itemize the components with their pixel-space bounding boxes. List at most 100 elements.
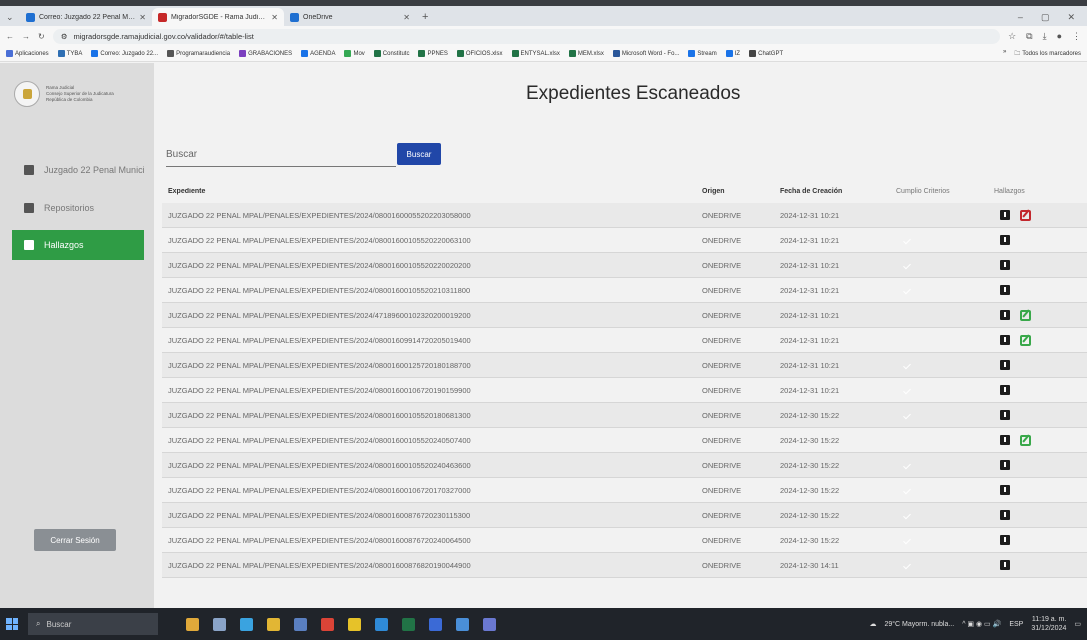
table-row[interactable]: JUZGADO 22 PENAL MPAL/PENALES/EXPEDIENTE… bbox=[162, 403, 1087, 428]
all-bookmarks-folder[interactable]: 🗀 Todos los marcadores bbox=[1014, 49, 1081, 59]
table-row[interactable]: JUZGADO 22 PENAL MPAL/PENALES/EXPEDIENTE… bbox=[162, 278, 1087, 303]
profile-avatar[interactable]: ● bbox=[1057, 31, 1062, 42]
report-icon[interactable] bbox=[1000, 510, 1010, 520]
cell-criterios bbox=[896, 336, 994, 345]
store-icon[interactable] bbox=[294, 617, 307, 631]
report-icon[interactable] bbox=[1000, 210, 1010, 220]
search-input[interactable] bbox=[166, 143, 396, 167]
sidebar-item-hallazgos[interactable]: Hallazgos bbox=[12, 230, 144, 260]
site-info-icon[interactable]: ⚙ bbox=[61, 32, 68, 41]
address-bar[interactable]: ⚙ migradorsgde.ramajudicial.gov.co/valid… bbox=[52, 28, 1001, 44]
bookmark-item[interactable]: Aplicaciones bbox=[6, 50, 49, 57]
windows-start-icon[interactable] bbox=[6, 618, 18, 630]
app-icon[interactable] bbox=[456, 617, 469, 631]
table-row[interactable]: JUZGADO 22 PENAL MPAL/PENALES/EXPEDIENTE… bbox=[162, 478, 1087, 503]
bookmark-item[interactable]: GRABACIONES bbox=[239, 50, 292, 57]
edit-icon[interactable] bbox=[1020, 309, 1031, 321]
reload-icon[interactable]: ↻ bbox=[38, 32, 45, 41]
report-icon[interactable] bbox=[1000, 485, 1010, 495]
app-icon[interactable] bbox=[186, 617, 199, 631]
bookmark-star-icon[interactable]: ☆ bbox=[1008, 31, 1016, 42]
table-row[interactable]: JUZGADO 22 PENAL MPAL/PENALES/EXPEDIENTE… bbox=[162, 453, 1087, 478]
cell-origen: ONEDRIVE bbox=[702, 410, 742, 420]
more-bookmarks-icon[interactable]: » bbox=[1003, 49, 1006, 59]
language-indicator[interactable]: ESP bbox=[1009, 621, 1023, 628]
bookmark-item[interactable]: OFICIOS.xlsx bbox=[456, 50, 503, 57]
bookmark-item[interactable]: Stream bbox=[688, 50, 717, 57]
bookmark-item[interactable]: PPNES bbox=[418, 50, 448, 57]
bookmark-item[interactable]: Constitutc bbox=[373, 50, 409, 57]
sidebar-item-juzgado[interactable]: Juzgado 22 Penal Municipal C bbox=[12, 155, 144, 185]
close-tab-icon[interactable]: ✕ bbox=[271, 13, 278, 22]
close-tab-icon[interactable]: ✕ bbox=[139, 13, 146, 22]
restore-icon[interactable]: ▢ bbox=[1041, 8, 1050, 26]
report-icon[interactable] bbox=[1000, 285, 1010, 295]
edit-icon[interactable] bbox=[1020, 434, 1031, 446]
table-row[interactable]: JUZGADO 22 PENAL MPAL/PENALES/EXPEDIENTE… bbox=[162, 428, 1087, 453]
bookmark-item[interactable]: MEM.xlsx bbox=[568, 50, 604, 57]
new-tab-button[interactable]: + bbox=[416, 8, 434, 26]
extensions-icon[interactable]: ⧉ bbox=[1026, 31, 1032, 42]
app-icon[interactable] bbox=[375, 617, 388, 631]
clock[interactable]: 11:19 a. m. 31/12/2024 bbox=[1031, 615, 1066, 633]
tray-icons[interactable]: ^ ▣ ◉ ▭ 🔊 bbox=[962, 620, 1001, 628]
table-row[interactable]: JUZGADO 22 PENAL MPAL/PENALES/EXPEDIENTE… bbox=[162, 328, 1087, 353]
browser-tab[interactable]: OneDrive ✕ bbox=[284, 8, 416, 26]
table-row[interactable]: JUZGADO 22 PENAL MPAL/PENALES/EXPEDIENTE… bbox=[162, 253, 1087, 278]
report-icon[interactable] bbox=[1000, 310, 1010, 320]
bookmark-item[interactable]: ChatGPT bbox=[749, 50, 783, 57]
chrome-icon[interactable] bbox=[321, 617, 334, 631]
report-icon[interactable] bbox=[1000, 335, 1010, 345]
forward-icon[interactable]: → bbox=[22, 32, 30, 41]
task-view-icon[interactable] bbox=[213, 617, 226, 631]
bookmark-item[interactable]: TYBA bbox=[57, 50, 82, 57]
report-icon[interactable] bbox=[1000, 360, 1010, 370]
bookmark-item[interactable]: IZ bbox=[725, 50, 740, 57]
report-icon[interactable] bbox=[1000, 410, 1010, 420]
bookmark-item[interactable]: Correo: Juzgado 22... bbox=[91, 50, 158, 57]
notifications-icon[interactable]: ▭ bbox=[1074, 620, 1081, 628]
close-tab-icon[interactable]: ✕ bbox=[403, 13, 410, 22]
downloads-icon[interactable]: ⤓ bbox=[1043, 31, 1047, 42]
table-row[interactable]: JUZGADO 22 PENAL MPAL/PENALES/EXPEDIENTE… bbox=[162, 553, 1087, 578]
report-icon[interactable] bbox=[1000, 260, 1010, 270]
sidebar-item-repositorios[interactable]: Repositorios bbox=[12, 193, 144, 223]
bookmark-item[interactable]: Mov bbox=[344, 50, 365, 57]
table-row[interactable]: JUZGADO 22 PENAL MPAL/PENALES/EXPEDIENTE… bbox=[162, 203, 1087, 228]
bookmark-item[interactable]: AGENDA bbox=[301, 50, 335, 57]
table-row[interactable]: JUZGADO 22 PENAL MPAL/PENALES/EXPEDIENTE… bbox=[162, 303, 1087, 328]
back-icon[interactable]: ← bbox=[6, 32, 14, 41]
search-button[interactable]: Buscar bbox=[397, 143, 441, 165]
edge-icon[interactable] bbox=[240, 617, 253, 631]
bookmark-item[interactable]: ENTYSAL.xlsx bbox=[511, 50, 560, 57]
menu-kebab-icon[interactable]: ⋮ bbox=[1072, 31, 1081, 42]
bookmark-item[interactable]: Programaraudiencia bbox=[167, 50, 230, 57]
close-window-icon[interactable]: ✕ bbox=[1067, 8, 1075, 26]
app-icon[interactable] bbox=[348, 617, 361, 631]
table-row[interactable]: JUZGADO 22 PENAL MPAL/PENALES/EXPEDIENTE… bbox=[162, 228, 1087, 253]
edit-icon[interactable] bbox=[1020, 334, 1031, 346]
table-row[interactable]: JUZGADO 22 PENAL MPAL/PENALES/EXPEDIENTE… bbox=[162, 353, 1087, 378]
taskbar-search[interactable]: ⌕ Buscar bbox=[28, 613, 158, 635]
tab-search-icon[interactable]: ⌄ bbox=[6, 8, 20, 26]
logout-button[interactable]: Cerrar Sesión bbox=[34, 529, 116, 551]
edit-icon[interactable] bbox=[1020, 209, 1031, 221]
report-icon[interactable] bbox=[1000, 385, 1010, 395]
bookmark-item[interactable]: Microsoft Word - Fo... bbox=[612, 50, 679, 57]
report-icon[interactable] bbox=[1000, 235, 1010, 245]
browser-tab[interactable]: MigradorSGDE - Rama Judicial ✕ bbox=[152, 8, 284, 26]
weather-text[interactable]: 29°C Mayorm. nubla... bbox=[884, 621, 954, 628]
report-icon[interactable] bbox=[1000, 435, 1010, 445]
app-icon[interactable] bbox=[483, 617, 496, 631]
file-explorer-icon[interactable] bbox=[267, 617, 280, 631]
report-icon[interactable] bbox=[1000, 460, 1010, 470]
browser-tab[interactable]: Correo: Juzgado 22 Penal Muni ✕ bbox=[20, 8, 152, 26]
report-icon[interactable] bbox=[1000, 560, 1010, 570]
table-row[interactable]: JUZGADO 22 PENAL MPAL/PENALES/EXPEDIENTE… bbox=[162, 503, 1087, 528]
app-icon[interactable] bbox=[429, 617, 442, 631]
minimize-icon[interactable]: – bbox=[1018, 8, 1023, 26]
report-icon[interactable] bbox=[1000, 535, 1010, 545]
table-row[interactable]: JUZGADO 22 PENAL MPAL/PENALES/EXPEDIENTE… bbox=[162, 378, 1087, 403]
table-row[interactable]: JUZGADO 22 PENAL MPAL/PENALES/EXPEDIENTE… bbox=[162, 528, 1087, 553]
excel-icon[interactable] bbox=[402, 617, 415, 631]
